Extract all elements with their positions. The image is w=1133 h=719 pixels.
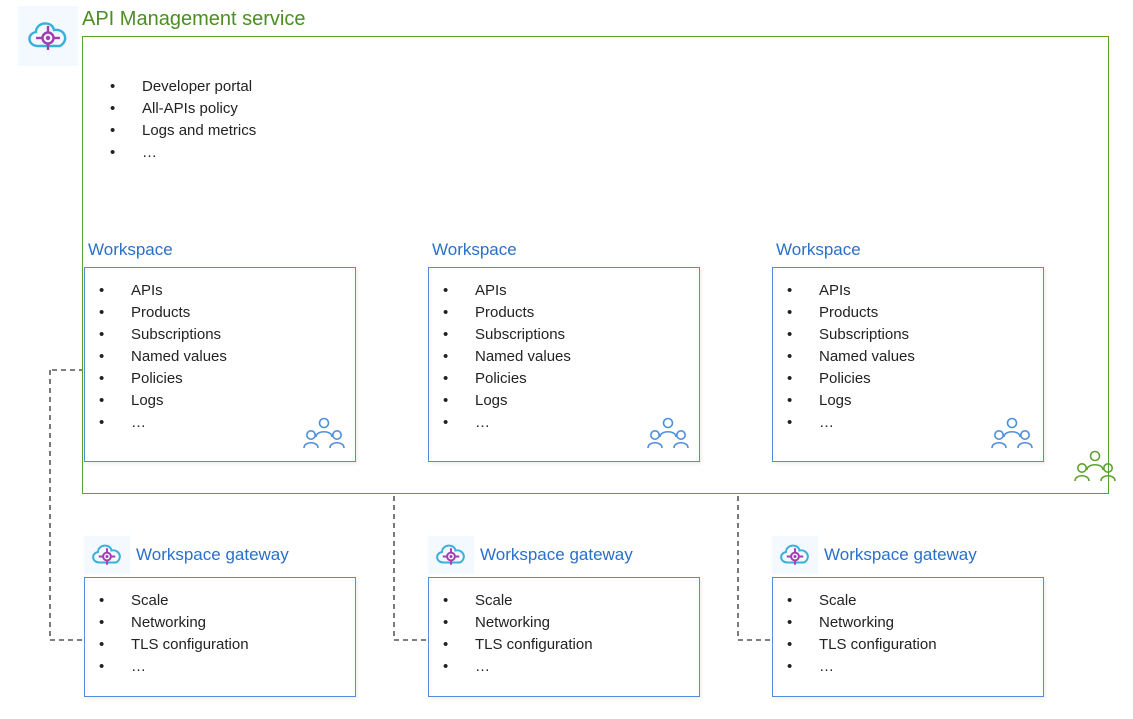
list-item: … bbox=[777, 656, 1035, 678]
list-item: Subscriptions bbox=[777, 324, 1035, 346]
gateway-2-title: Workspace gateway bbox=[480, 545, 633, 565]
list-item: APIs bbox=[89, 280, 347, 302]
list-item: APIs bbox=[433, 280, 691, 302]
gateway-3-header: Workspace gateway bbox=[772, 536, 977, 574]
list-item: Policies bbox=[777, 368, 1035, 390]
list-item: Networking bbox=[777, 612, 1035, 634]
list-item: Logs bbox=[433, 390, 691, 412]
list-item: Scale bbox=[777, 590, 1035, 612]
gateway-2-header: Workspace gateway bbox=[428, 536, 633, 574]
list-item: … bbox=[433, 656, 691, 678]
gateway-2-box: Scale Networking TLS configuration … bbox=[428, 577, 700, 697]
users-icon bbox=[301, 415, 347, 455]
service-users-icon bbox=[1072, 448, 1118, 488]
users-icon bbox=[989, 415, 1035, 455]
list-item: Logs and metrics bbox=[100, 120, 400, 142]
list-item: APIs bbox=[777, 280, 1035, 302]
workspace-3-box: APIs Products Subscriptions Named values… bbox=[772, 267, 1044, 462]
service-feature-list: Developer portal All-APIs policy Logs an… bbox=[100, 76, 400, 164]
gateway-1-title: Workspace gateway bbox=[136, 545, 289, 565]
workspace-3-label: Workspace bbox=[776, 240, 861, 260]
list-item: Products bbox=[89, 302, 347, 324]
list-item: Products bbox=[777, 302, 1035, 324]
list-item: TLS configuration bbox=[89, 634, 347, 656]
gateway-1-header: Workspace gateway bbox=[84, 536, 289, 574]
list-item: … bbox=[100, 142, 400, 164]
list-item: Policies bbox=[89, 368, 347, 390]
list-item: Named values bbox=[433, 346, 691, 368]
list-item: Networking bbox=[89, 612, 347, 634]
list-item: Policies bbox=[433, 368, 691, 390]
list-item: TLS configuration bbox=[433, 634, 691, 656]
apim-gateway-icon bbox=[772, 536, 818, 574]
list-item: Developer portal bbox=[100, 76, 400, 98]
list-item: TLS configuration bbox=[777, 634, 1035, 656]
list-item: Named values bbox=[89, 346, 347, 368]
list-item: Networking bbox=[433, 612, 691, 634]
apim-gateway-icon bbox=[84, 536, 130, 574]
diagram-canvas: API Management service Developer portal … bbox=[0, 0, 1133, 719]
workspace-1-label: Workspace bbox=[88, 240, 173, 260]
list-item: Products bbox=[433, 302, 691, 324]
users-icon bbox=[645, 415, 691, 455]
workspace-1-box: APIs Products Subscriptions Named values… bbox=[84, 267, 356, 462]
gateway-3-box: Scale Networking TLS configuration … bbox=[772, 577, 1044, 697]
gateway-1-box: Scale Networking TLS configuration … bbox=[84, 577, 356, 697]
list-item: Scale bbox=[89, 590, 347, 612]
list-item: … bbox=[89, 656, 347, 678]
workspace-2-box: APIs Products Subscriptions Named values… bbox=[428, 267, 700, 462]
list-item: Scale bbox=[433, 590, 691, 612]
apim-service-icon bbox=[18, 6, 78, 66]
list-item: Logs bbox=[89, 390, 347, 412]
list-item: All-APIs policy bbox=[100, 98, 400, 120]
apim-gateway-icon bbox=[428, 536, 474, 574]
gateway-3-title: Workspace gateway bbox=[824, 545, 977, 565]
list-item: Subscriptions bbox=[433, 324, 691, 346]
workspace-2-label: Workspace bbox=[432, 240, 517, 260]
list-item: Subscriptions bbox=[89, 324, 347, 346]
list-item: Logs bbox=[777, 390, 1035, 412]
list-item: Named values bbox=[777, 346, 1035, 368]
service-title: API Management service bbox=[82, 8, 305, 31]
